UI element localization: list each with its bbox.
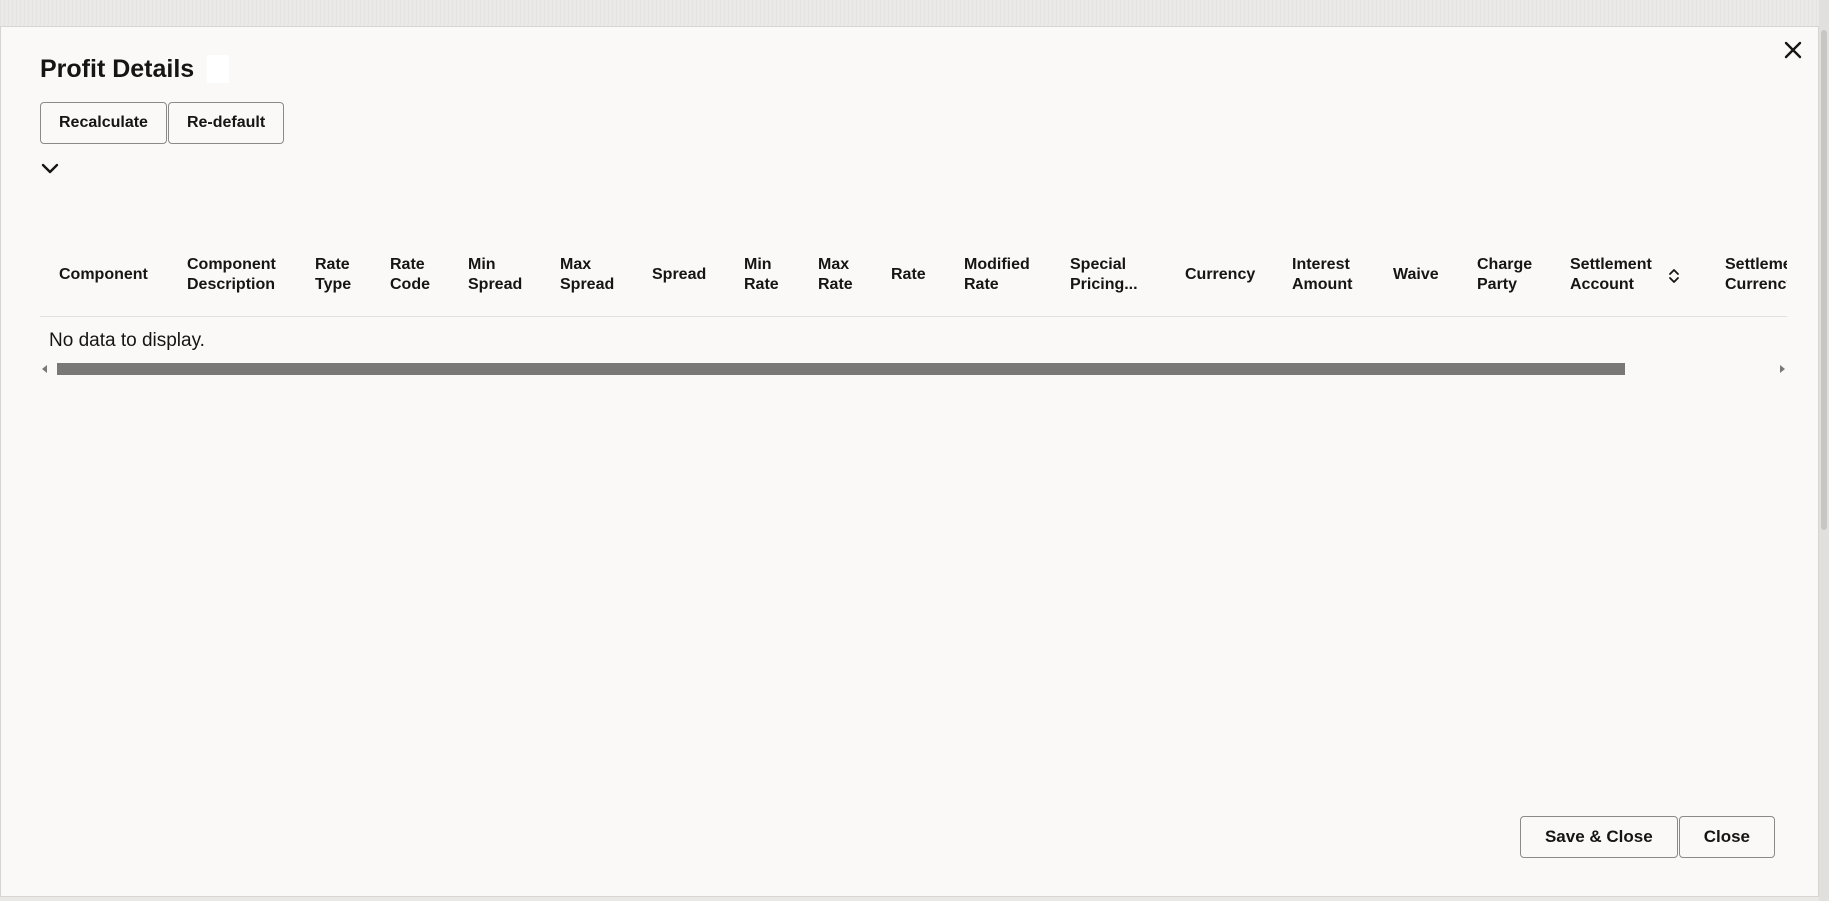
dialog-title: Profit Details bbox=[40, 55, 195, 83]
toolbar: Recalculate Re-default bbox=[40, 102, 285, 144]
window-scrollbar[interactable] bbox=[1819, 0, 1829, 901]
table-header: Component Component Description Rate Type … bbox=[40, 234, 1787, 317]
column-header-rate-code[interactable]: Rate Code bbox=[390, 234, 430, 316]
title-badge bbox=[207, 55, 229, 83]
close-icon bbox=[1784, 41, 1802, 59]
save-and-close-button[interactable]: Save & Close bbox=[1519, 816, 1678, 858]
sort-icon[interactable] bbox=[1667, 267, 1681, 285]
column-header-special-pricing[interactable]: Special Pricing... bbox=[1070, 234, 1138, 316]
profit-details-dialog: Profit Details Recalculate Re-default Co… bbox=[0, 26, 1819, 897]
recalculate-button[interactable]: Recalculate bbox=[40, 102, 167, 144]
column-header-interest-amount[interactable]: Interest Amount bbox=[1292, 234, 1352, 316]
page-background bbox=[0, 0, 1829, 26]
scroll-right-icon[interactable] bbox=[1780, 365, 1785, 373]
column-header-min-spread[interactable]: Min Spread bbox=[468, 234, 522, 316]
column-header-settlement-account[interactable]: Settlement Account bbox=[1570, 234, 1652, 316]
column-header-rate[interactable]: Rate bbox=[891, 234, 926, 316]
dialog-footer: Save & Close Close bbox=[1519, 816, 1775, 858]
expand-toggle[interactable] bbox=[40, 159, 60, 179]
column-header-component[interactable]: Component bbox=[59, 234, 148, 316]
column-header-rate-type[interactable]: Rate Type bbox=[315, 234, 351, 316]
profit-details-table: Component Component Description Rate Type … bbox=[40, 234, 1787, 359]
column-header-max-rate[interactable]: Max Rate bbox=[818, 234, 853, 316]
column-header-waive[interactable]: Waive bbox=[1393, 234, 1439, 316]
scroll-left-icon[interactable] bbox=[42, 365, 47, 373]
close-button[interactable]: Close bbox=[1678, 816, 1775, 858]
column-header-component-description[interactable]: Component Description bbox=[187, 234, 276, 316]
column-header-currency[interactable]: Currency bbox=[1185, 234, 1255, 316]
horizontal-scrollbar-thumb[interactable] bbox=[57, 363, 1625, 375]
column-header-modified-rate[interactable]: Modified Rate bbox=[964, 234, 1030, 316]
column-header-spread[interactable]: Spread bbox=[652, 234, 706, 316]
horizontal-scrollbar[interactable] bbox=[40, 361, 1787, 377]
column-header-min-rate[interactable]: Min Rate bbox=[744, 234, 779, 316]
column-header-max-spread[interactable]: Max Spread bbox=[560, 234, 614, 316]
redefault-button[interactable]: Re-default bbox=[167, 102, 285, 144]
window-scrollbar-thumb[interactable] bbox=[1821, 30, 1827, 530]
close-dialog-button[interactable] bbox=[1778, 35, 1808, 65]
column-header-settlement-currency[interactable]: SettlementCurrency bbox=[1725, 234, 1787, 316]
chevron-down-icon bbox=[41, 163, 59, 174]
empty-table-message: No data to display. bbox=[49, 330, 205, 351]
column-header-charge-party[interactable]: Charge Party bbox=[1477, 234, 1532, 316]
